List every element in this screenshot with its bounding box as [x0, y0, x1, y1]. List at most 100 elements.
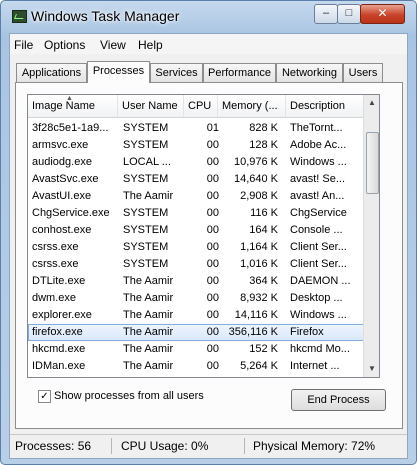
cell-user-name: SYSTEM — [123, 224, 169, 236]
cell-memory: 164 K — [249, 224, 278, 236]
cell-user-name: LOCAL ... — [123, 156, 171, 168]
column-header-memory[interactable]: Memory (... — [218, 95, 286, 117]
cell-image-name: conhost.exe — [32, 224, 92, 236]
tab-users[interactable]: Users — [343, 63, 383, 82]
cell-description: Client Ser... — [290, 241, 347, 253]
show-all-users-label[interactable]: Show processes from all users — [54, 390, 204, 402]
cell-user-name: The Aamir — [123, 309, 174, 321]
column-header-description[interactable]: Description — [286, 95, 363, 117]
table-row[interactable]: dwm.exe The Aamir 00 8,932 K Desktop ... — [28, 290, 379, 307]
table-row[interactable]: armsvc.exe SYSTEM 00 128 K Adobe Ac... — [28, 137, 379, 154]
table-row[interactable]: csrss.exe SYSTEM 00 1,016 K Client Ser... — [28, 256, 379, 273]
menu-view[interactable]: View — [100, 38, 126, 52]
table-row[interactable]: conhost.exe SYSTEM 00 164 K Console ... — [28, 222, 379, 239]
column-header-image-name-label: Image Name — [32, 100, 95, 112]
cell-user-name: SYSTEM — [123, 173, 169, 185]
title-bar[interactable]: Windows Task Manager – □ ✕ — [1, 1, 416, 33]
client-area: File Options View Help Applications Proc… — [9, 33, 408, 459]
scroll-down-arrow-icon[interactable]: ▼ — [364, 361, 379, 377]
menu-help[interactable]: Help — [138, 38, 163, 52]
close-button[interactable]: ✕ — [360, 4, 405, 24]
cell-memory: 2,908 K — [240, 190, 278, 202]
tab-services[interactable]: Services — [150, 63, 203, 82]
cell-image-name: explorer.exe — [32, 309, 92, 321]
tab-strip: Applications Processes Services Performa… — [16, 61, 401, 83]
cell-user-name: The Aamir — [123, 326, 174, 338]
column-header-user-name[interactable]: User Name — [118, 95, 184, 117]
cell-memory: 364 K — [249, 275, 278, 287]
table-row[interactable]: ChgService.exe SYSTEM 00 116 K ChgService — [28, 205, 379, 222]
process-list[interactable]: ▲ Image Name User Name CPU Memory (... D… — [27, 94, 380, 378]
cell-user-name: SYSTEM — [123, 258, 169, 270]
table-row[interactable]: IDMan.exe The Aamir 00 5,264 K Internet ... — [28, 358, 379, 375]
cell-description: Adobe Ac... — [290, 139, 347, 151]
list-header: ▲ Image Name User Name CPU Memory (... D… — [28, 95, 379, 118]
table-row[interactable]: hkcmd.exe The Aamir 00 152 K hkcmd Mo... — [28, 341, 379, 358]
table-row[interactable]: explorer.exe The Aamir 00 14,116 K Windows .… — [28, 307, 379, 324]
cell-memory: 1,164 K — [240, 241, 278, 253]
cell-description: Internet ... — [290, 360, 340, 372]
tab-networking[interactable]: Networking — [276, 63, 343, 82]
table-row[interactable]: audiodg.exe LOCAL ... 00 10,976 K Windows ..… — [28, 154, 379, 171]
cell-description: hkcmd Mo... — [290, 343, 350, 355]
cell-image-name: audiodg.exe — [32, 156, 92, 168]
cell-user-name: SYSTEM — [123, 207, 169, 219]
cell-cpu: 00 — [206, 275, 219, 287]
cell-cpu: 00 — [206, 156, 219, 168]
cell-description: Windows ... — [290, 309, 347, 321]
cell-description: Console ... — [290, 224, 343, 236]
tab-performance[interactable]: Performance — [203, 63, 276, 82]
vertical-scrollbar[interactable]: ▲ ▼ — [363, 95, 379, 377]
cell-memory: 152 K — [249, 343, 278, 355]
end-process-button[interactable]: End Process — [291, 389, 386, 411]
cell-memory: 1,016 K — [240, 258, 278, 270]
table-row[interactable]: AvastUI.exe The Aamir 00 2,908 K avast! An..… — [28, 188, 379, 205]
cell-image-name: 3f28c5e1-1a9... — [32, 122, 109, 134]
menu-options[interactable]: Options — [44, 38, 85, 52]
table-row[interactable]: AvastSvc.exe SYSTEM 00 14,640 K avast! Se... — [28, 171, 379, 188]
cell-cpu: 00 — [206, 343, 219, 355]
cell-image-name: csrss.exe — [32, 258, 79, 270]
tab-applications[interactable]: Applications — [16, 63, 87, 82]
column-header-cpu[interactable]: CPU — [184, 95, 218, 117]
cell-image-name: ChgService.exe — [32, 207, 110, 219]
cell-image-name: dwm.exe — [32, 292, 77, 304]
table-row[interactable]: DTLite.exe The Aamir 00 364 K DAEMON ... — [28, 273, 379, 290]
scroll-thumb[interactable] — [366, 132, 379, 194]
cell-description: Client Ser... — [290, 258, 347, 270]
cell-cpu: 00 — [206, 224, 219, 236]
cell-description: avast! Se... — [290, 173, 346, 185]
column-header-image-name[interactable]: ▲ Image Name — [28, 95, 118, 117]
cell-image-name: AvastUI.exe — [32, 190, 92, 202]
show-all-users-checkbox[interactable]: ✓ — [38, 390, 51, 403]
task-manager-window: Windows Task Manager – □ ✕ File Options … — [0, 0, 417, 465]
cell-image-name: AvastSvc.exe — [32, 173, 99, 185]
cell-cpu: 01 — [206, 122, 219, 134]
table-row[interactable]: 3f28c5e1-1a9... SYSTEM 01 828 K TheTornt... — [28, 120, 379, 137]
cell-memory: 828 K — [249, 122, 278, 134]
cell-user-name: The Aamir — [123, 190, 174, 202]
menu-file[interactable]: File — [14, 38, 33, 52]
cell-memory: 8,932 K — [240, 292, 278, 304]
cell-image-name: DTLite.exe — [32, 275, 86, 287]
status-divider — [244, 438, 245, 454]
cell-memory: 128 K — [249, 139, 278, 151]
window-title: Windows Task Manager — [31, 8, 180, 24]
cell-user-name: SYSTEM — [123, 122, 169, 134]
sort-ascending-icon: ▲ — [66, 95, 73, 102]
status-divider — [111, 438, 112, 454]
cell-image-name: hkcmd.exe — [32, 343, 86, 355]
cell-user-name: The Aamir — [123, 360, 174, 372]
table-row[interactable]: firefox.exe The Aamir 00 356,116 K Firefox — [28, 324, 379, 341]
minimize-button[interactable]: – — [314, 4, 338, 24]
maximize-button[interactable]: □ — [337, 4, 361, 24]
cell-cpu: 00 — [206, 309, 219, 321]
cell-user-name: The Aamir — [123, 343, 174, 355]
status-processes: Processes: 56 — [15, 439, 92, 453]
cell-image-name: IDMan.exe — [32, 360, 86, 372]
cell-description: Firefox — [290, 326, 324, 338]
table-row[interactable]: csrss.exe SYSTEM 00 1,164 K Client Ser... — [28, 239, 379, 256]
scroll-up-arrow-icon[interactable]: ▲ — [364, 95, 379, 111]
tab-processes[interactable]: Processes — [87, 61, 150, 83]
cell-cpu: 00 — [206, 207, 219, 219]
